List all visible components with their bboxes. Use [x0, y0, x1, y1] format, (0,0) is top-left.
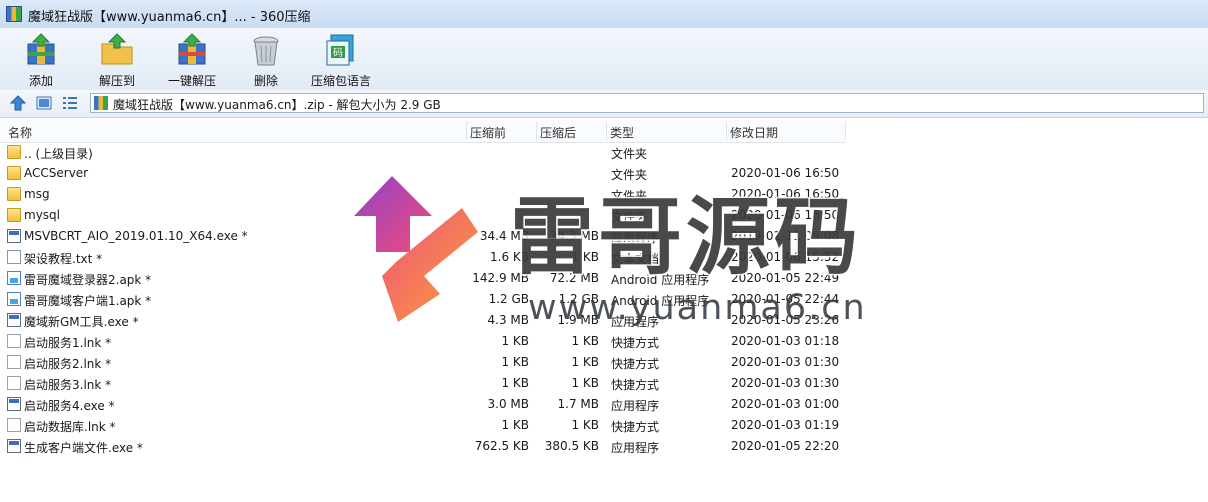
- file-row[interactable]: 架设教程.txt * 1.6 KB 1 KB 文本文档 2020-01-06 1…: [0, 247, 846, 268]
- archive-language-icon: 码: [326, 34, 354, 66]
- exe-file-icon: [7, 439, 21, 453]
- file-row[interactable]: 生成客户端文件.exe * 762.5 KB 380.5 KB 应用程序 202…: [0, 436, 846, 457]
- column-packed[interactable]: 压缩前: [470, 124, 506, 141]
- folder-icon: [7, 187, 21, 201]
- add-button[interactable]: 添加: [16, 32, 66, 88]
- zip-icon: [94, 96, 108, 110]
- column-modified[interactable]: 修改日期: [730, 124, 778, 141]
- trash-icon: [253, 36, 279, 66]
- thumbnail-view-icon[interactable]: [36, 95, 52, 111]
- column-type[interactable]: 类型: [610, 124, 634, 141]
- column-separator[interactable]: [606, 122, 607, 140]
- file-row[interactable]: 雷哥魔域登录器2.apk * 142.9 MB 72.2 MB Android …: [0, 268, 846, 289]
- file-row[interactable]: MSVBCRT_AIO_2019.01.10_X64.exe * 34.4 MB…: [0, 226, 846, 247]
- archive-language-button[interactable]: 码 压缩包语言: [306, 32, 376, 88]
- one-click-extract-icon: [178, 33, 206, 65]
- folder-icon: [7, 166, 21, 180]
- file-row[interactable]: 启动服务3.lnk * 1 KB 1 KB 快捷方式 2020-01-03 01…: [0, 373, 846, 394]
- window-title: 魔域狂战版【www.yuanma6.cn】... - 360压缩: [28, 10, 311, 25]
- column-separator[interactable]: [845, 122, 846, 140]
- file-row[interactable]: 雷哥魔域客户端1.apk * 1.2 GB 1.2 GB Android 应用程…: [0, 289, 846, 310]
- text-file-icon: [7, 250, 21, 264]
- shortcut-file-icon: [7, 376, 21, 390]
- delete-button[interactable]: 删除: [243, 32, 289, 88]
- apk-file-icon: [7, 271, 21, 285]
- app-zip-icon: [6, 6, 22, 22]
- file-list: 名称 压缩前 压缩后 类型 修改日期 .. (上级目录) 文件夹 ACCServ…: [0, 117, 1208, 502]
- toolbar: 添加 解压到 一键解压 删除 码 压缩包语言: [0, 28, 1208, 91]
- column-name[interactable]: 名称: [8, 124, 32, 141]
- path-text: 魔域狂战版【www.yuanma6.cn】.zip - 解包大小为 2.9 GB: [113, 98, 441, 112]
- address-bar: 魔域狂战版【www.yuanma6.cn】.zip - 解包大小为 2.9 GB: [0, 90, 1208, 118]
- path-field[interactable]: 魔域狂战版【www.yuanma6.cn】.zip - 解包大小为 2.9 GB: [90, 93, 1204, 113]
- column-separator[interactable]: [726, 122, 727, 140]
- column-separator[interactable]: [536, 122, 537, 140]
- file-row[interactable]: msg 文件夹 2020-01-06 16:50: [0, 184, 846, 205]
- one-click-extract-button[interactable]: 一键解压: [164, 32, 220, 88]
- file-row[interactable]: 启动服务2.lnk * 1 KB 1 KB 快捷方式 2020-01-03 01…: [0, 352, 846, 373]
- list-view-icon[interactable]: [62, 95, 78, 111]
- file-row[interactable]: 启动数据库.lnk * 1 KB 1 KB 快捷方式 2020-01-03 01…: [0, 415, 846, 436]
- file-row[interactable]: 启动服务4.exe * 3.0 MB 1.7 MB 应用程序 2020-01-0…: [0, 394, 846, 415]
- title-bar: 魔域狂战版【www.yuanma6.cn】... - 360压缩: [0, 0, 1208, 28]
- list-header: 名称 压缩前 压缩后 类型 修改日期: [0, 120, 846, 143]
- column-size[interactable]: 压缩后: [540, 124, 576, 141]
- file-row[interactable]: 魔域新GM工具.exe * 4.3 MB 1.9 MB 应用程序 2020-01…: [0, 310, 846, 331]
- file-row[interactable]: 启动服务1.lnk * 1 KB 1 KB 快捷方式 2020-01-03 01…: [0, 331, 846, 352]
- shortcut-file-icon: [7, 334, 21, 348]
- folder-icon: [7, 145, 21, 159]
- file-row[interactable]: ACCServer 文件夹 2020-01-06 16:50: [0, 163, 846, 184]
- exe-file-icon: [7, 229, 21, 243]
- extract-to-icon: [101, 33, 133, 65]
- folder-icon: [7, 208, 21, 222]
- column-separator[interactable]: [466, 122, 467, 140]
- exe-file-icon: [7, 397, 21, 411]
- add-archive-icon: [27, 33, 55, 65]
- file-row[interactable]: mysql 文件夹 2020-01-06 16:50: [0, 205, 846, 226]
- up-arrow-icon[interactable]: [10, 95, 26, 111]
- extract-to-button[interactable]: 解压到: [92, 32, 142, 88]
- apk-file-icon: [7, 292, 21, 306]
- file-row[interactable]: .. (上级目录) 文件夹: [0, 142, 846, 163]
- svg-text:码: 码: [333, 47, 343, 59]
- shortcut-file-icon: [7, 418, 21, 432]
- shortcut-file-icon: [7, 355, 21, 369]
- exe-file-icon: [7, 313, 21, 327]
